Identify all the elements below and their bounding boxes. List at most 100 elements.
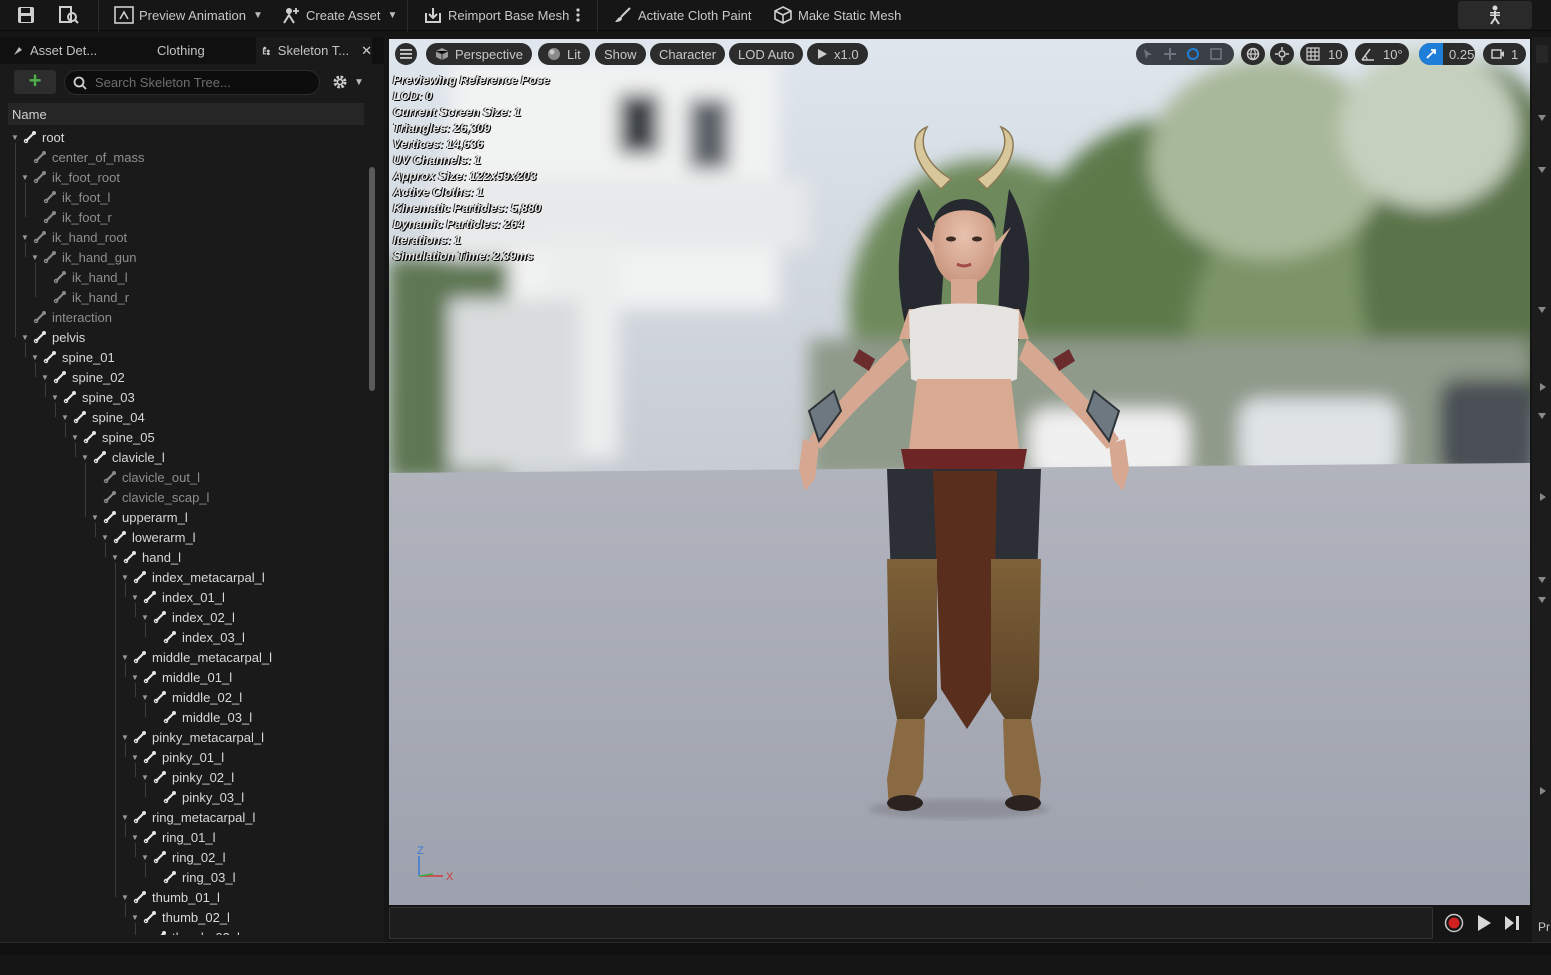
tree-row[interactable]: ▼ ring_metacarpal_l [120,807,255,827]
step-forward-icon[interactable] [1504,914,1520,932]
tree-row[interactable]: ▼ middle_01_l [130,667,232,687]
show-button[interactable]: Show [595,43,646,65]
tree-scrollbar-thumb[interactable] [369,167,375,391]
tree-row[interactable]: clavicle_out_l [90,467,200,487]
tree-row[interactable]: pinky_03_l [150,787,244,807]
expand-arrow-icon[interactable]: ▼ [40,373,50,382]
more-options-icon[interactable] [570,3,586,27]
tree-row[interactable]: ▼ ik_hand_gun [30,247,136,267]
play-icon[interactable] [1476,914,1492,932]
tree-row[interactable]: ▼ hand_l [110,547,181,567]
expand-arrow-icon[interactable]: ▼ [20,173,30,182]
tree-row[interactable]: ▼ upperarm_l [90,507,188,527]
expand-arrow-icon[interactable]: ▼ [60,413,70,422]
tree-row[interactable]: ▼ middle_metacarpal_l [120,647,272,667]
expand-arrow-icon[interactable]: ▼ [50,393,60,402]
expand-arrow-icon[interactable]: ▼ [130,833,140,842]
lod-button[interactable]: LOD Auto [729,43,804,65]
add-bone-button[interactable]: + [14,70,56,94]
expand-arrow-icon[interactable]: ▼ [140,773,150,782]
browse-icon[interactable] [56,3,82,27]
search-input[interactable] [95,75,305,90]
expand-arrow-icon[interactable]: ▼ [80,453,90,462]
save-icon[interactable] [13,3,39,27]
select-icon[interactable] [1142,48,1154,60]
tree-row[interactable]: ▼ thumb_02_l [130,907,230,927]
world-local-toggle[interactable] [1241,43,1265,65]
tree-row[interactable]: ring_03_l [150,867,236,887]
expand-arrow-icon[interactable]: ▼ [110,553,120,562]
tree-row[interactable]: ▼ ring_02_l [140,847,225,867]
tree-row[interactable]: ▼ ik_hand_root [20,227,127,247]
expand-arrow-icon[interactable]: ▼ [120,733,130,742]
expand-arrow-icon[interactable]: ▼ [130,673,140,682]
viewport-menu-button[interactable] [395,43,417,65]
expand-arrow-icon[interactable]: ▼ [120,893,130,902]
grid-snap-button[interactable]: 10 [1300,43,1349,65]
create-asset-button[interactable]: Create Asset ▼ [281,3,397,27]
expand-arrow-icon[interactable]: ▼ [20,233,30,242]
timeline-bar[interactable] [389,907,1433,939]
tree-row[interactable]: ▼ root [10,127,64,147]
expand-arrow-icon[interactable]: ▼ [120,813,130,822]
expand-arrow-icon[interactable]: ▼ [90,513,100,522]
tree-row[interactable]: ▼ ring_01_l [130,827,215,847]
expand-arrow-icon[interactable]: ▼ [70,433,80,442]
tab-asset-details[interactable]: Asset Det... [8,37,120,64]
tab-clothing[interactable]: Clothing [157,37,227,64]
tree-row[interactable]: middle_03_l [150,707,252,727]
column-header-name[interactable]: Name [8,103,364,125]
tree-row[interactable]: ▼ pinky_01_l [130,747,224,767]
tree-row[interactable]: ▼ spine_05 [70,427,155,447]
tree-row[interactable]: ▼ index_01_l [130,587,225,607]
tree-settings-button[interactable]: ▼ [332,74,364,90]
tree-row[interactable]: ik_foot_l [30,187,110,207]
rotation-snap-button[interactable]: 10° [1355,43,1409,65]
tree-row[interactable]: ▼ spine_04 [60,407,145,427]
tree-row[interactable]: ▼ thumb_01_l [120,887,220,907]
expand-arrow-icon[interactable]: ▼ [120,653,130,662]
tree-row[interactable]: ▼ index_metacarpal_l [120,567,265,587]
tree-row[interactable]: ▼ pinky_metacarpal_l [120,727,264,747]
tree-row[interactable]: ▼ spine_01 [30,347,115,367]
tree-row[interactable]: ▼ middle_02_l [140,687,242,707]
camera-speed-button[interactable]: 1 [1483,43,1527,65]
expand-arrow-icon[interactable]: ▼ [140,853,150,862]
tree-row[interactable]: interaction [20,307,112,327]
tab-skeleton-tree[interactable]: Skeleton T... ✕ [256,37,372,64]
surface-snap-toggle[interactable] [1270,43,1294,65]
tree-row[interactable]: ▼ pelvis [20,327,85,347]
expand-arrow-icon[interactable]: ▼ [140,613,150,622]
preview-viewport[interactable]: Perspective Lit Show Character LOD Auto … [389,39,1530,905]
lit-button[interactable]: Lit [538,43,590,65]
tree-row[interactable]: index_03_l [150,627,245,647]
tree-row[interactable]: ik_foot_r [30,207,112,227]
expand-arrow-icon[interactable]: ▼ [140,693,150,702]
character-button[interactable]: Character [650,43,726,65]
tree-row[interactable]: ▼ clavicle_l [80,447,165,467]
tree-row[interactable]: center_of_mass [20,147,145,167]
expand-arrow-icon[interactable]: ▼ [100,533,110,542]
tree-row[interactable]: ik_hand_r [40,287,129,307]
expand-arrow-icon[interactable]: ▼ [20,333,30,342]
expand-arrow-icon[interactable]: ▼ [130,913,140,922]
scale-snap-button[interactable]: 0.25 [1419,43,1475,65]
playback-speed-button[interactable]: x1.0 [807,43,868,65]
skeleton-mode-button[interactable] [1458,1,1532,29]
expand-arrow-icon[interactable]: ▼ [120,573,130,582]
activate-cloth-paint-button[interactable]: Activate Cloth Paint [613,3,751,27]
rotate-icon[interactable] [1186,47,1200,61]
tree-row[interactable]: ▼ spine_02 [40,367,125,387]
move-icon[interactable] [1164,48,1176,60]
record-icon[interactable] [1444,913,1464,933]
tree-row[interactable]: ▼ ik_foot_root [20,167,120,187]
expand-arrow-icon[interactable]: ▼ [30,253,40,262]
tree-row[interactable]: ik_hand_l [40,267,128,287]
tree-scrollbar[interactable] [369,127,375,975]
reimport-base-mesh-button[interactable]: Reimport Base Mesh [423,3,569,27]
make-static-mesh-button[interactable]: Make Static Mesh [773,3,901,27]
tree-row[interactable]: ▼ index_02_l [140,607,235,627]
scale-icon[interactable] [1210,48,1222,60]
expand-arrow-icon[interactable]: ▼ [30,353,40,362]
expand-arrow-icon[interactable]: ▼ [130,593,140,602]
